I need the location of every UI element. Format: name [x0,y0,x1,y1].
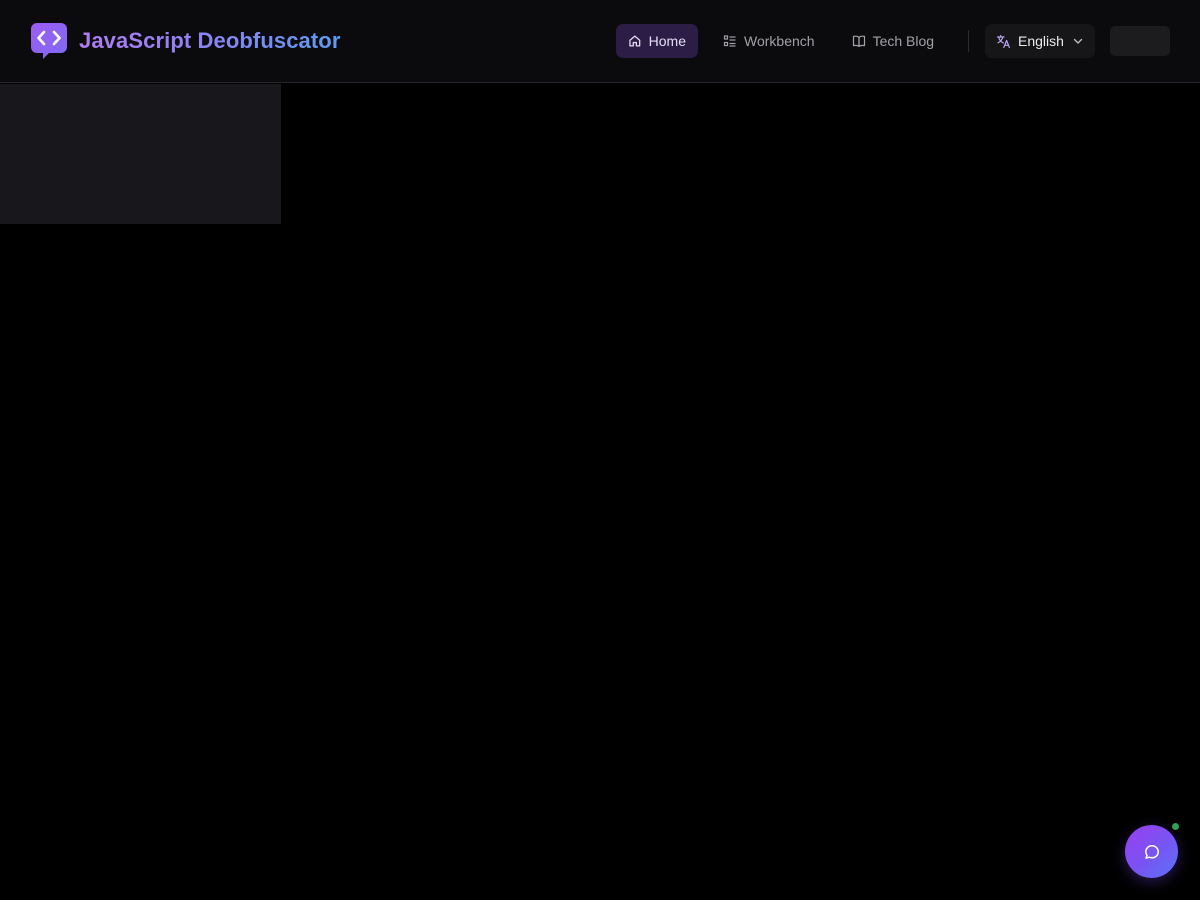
chat-launcher-button[interactable] [1125,825,1178,878]
nav-item-home[interactable]: Home [616,24,698,58]
online-status-dot [1170,821,1181,832]
main-nav: Home Workbench Tech Blog [616,24,946,58]
top-header: JavaScript Deobfuscator Home Workbench T… [0,0,1200,83]
chevron-down-icon [1073,38,1083,44]
language-select[interactable]: English [985,24,1095,58]
translate-icon [996,34,1010,48]
nav-item-label: Home [648,33,686,49]
language-selected-label: English [1018,33,1064,49]
nav-item-label: Workbench [744,33,815,49]
nav-item-tech-blog[interactable]: Tech Blog [840,24,946,58]
home-icon [629,35,641,47]
brand-title: JavaScript Deobfuscator [79,22,341,60]
chat-bubble-icon [1144,844,1159,859]
code-chat-bubble-icon [31,23,67,59]
nav-divider [968,30,969,52]
nav-item-label: Tech Blog [872,33,935,49]
account-button-placeholder[interactable] [1110,26,1170,56]
list-checks-icon [723,35,736,47]
app-root: JavaScript Deobfuscator Home Workbench T… [0,0,1200,900]
brand-link[interactable]: JavaScript Deobfuscator [30,22,341,60]
open-book-icon [852,35,865,47]
nav-item-workbench[interactable]: Workbench [711,24,827,58]
side-panel-placeholder [0,84,281,224]
